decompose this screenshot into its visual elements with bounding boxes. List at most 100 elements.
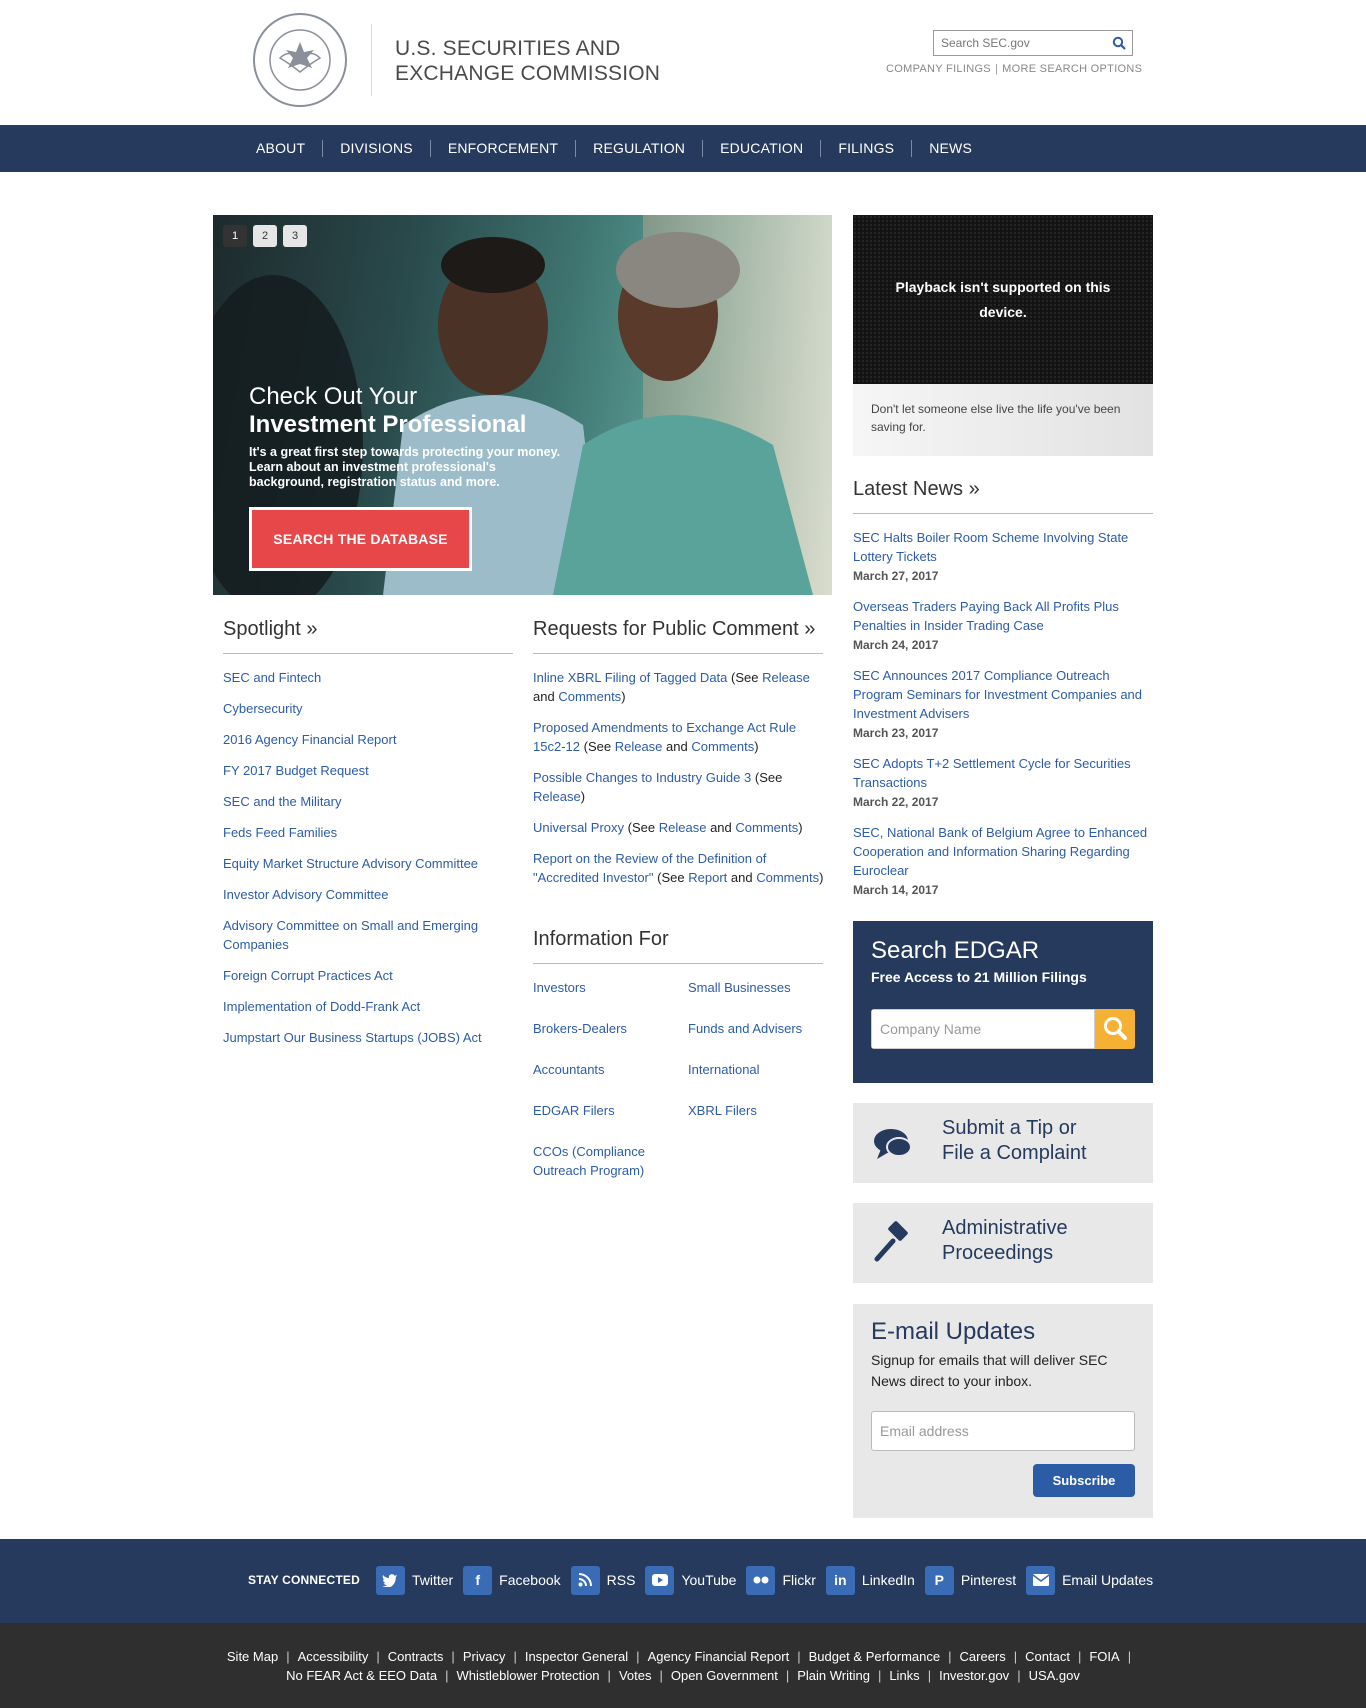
edgar-search-button[interactable] (1095, 1009, 1135, 1049)
header-divider (371, 24, 372, 96)
site-search-input[interactable] (934, 31, 1104, 55)
info-small-businesses-link[interactable]: Small Businesses (688, 978, 828, 997)
comments-link[interactable]: Comments (735, 820, 798, 835)
release-link[interactable]: Release (615, 739, 663, 754)
footer-link[interactable]: No FEAR Act & EEO Data (286, 1668, 437, 1683)
carousel-dot-2[interactable]: 2 (253, 225, 277, 247)
information-for-grid: Investors Small Businesses Brokers-Deale… (533, 978, 828, 1180)
info-brokers-dealers-link[interactable]: Brokers-Dealers (533, 1019, 688, 1038)
request-link[interactable]: Inline XBRL Filing of Tagged Data (533, 670, 727, 685)
request-link[interactable]: Possible Changes to Industry Guide 3 (533, 770, 751, 785)
social-youtube[interactable]: YouTube (645, 1565, 736, 1595)
info-xbrl-filers-link[interactable]: XBRL Filers (688, 1101, 828, 1120)
stay-connected-label: STAY CONNECTED (248, 1573, 360, 1587)
footer-link[interactable]: Investor.gov (939, 1668, 1009, 1683)
info-funds-advisers-link[interactable]: Funds and Advisers (688, 1019, 828, 1038)
release-link[interactable]: Release (762, 670, 810, 685)
news-item-title[interactable]: SEC Halts Boiler Room Scheme Involving S… (853, 528, 1153, 566)
footer-link[interactable]: Budget & Performance (809, 1649, 941, 1664)
news-item: SEC, National Bank of Belgium Agree to E… (853, 823, 1153, 897)
social-rss[interactable]: RSS (570, 1565, 635, 1595)
company-name-input[interactable] (872, 1010, 1094, 1048)
nav-news[interactable]: NEWS (912, 140, 989, 157)
email-address-input[interactable] (872, 1412, 1134, 1450)
nav-filings[interactable]: FILINGS (821, 140, 913, 157)
footer-link[interactable]: Agency Financial Report (648, 1649, 790, 1664)
release-link[interactable]: Release (659, 820, 707, 835)
footer-link[interactable]: Votes (619, 1668, 652, 1683)
request-close: ) (621, 689, 626, 704)
info-investors-link[interactable]: Investors (533, 978, 688, 997)
social-twitter[interactable]: Twitter (375, 1565, 454, 1595)
sec-seal-logo[interactable] (252, 12, 348, 108)
spotlight-link[interactable]: FY 2017 Budget Request (223, 763, 369, 778)
footer-link[interactable]: FOIA (1089, 1649, 1119, 1664)
spotlight-link[interactable]: Investor Advisory Committee (223, 887, 388, 902)
release-link[interactable]: Release (533, 789, 581, 804)
social-email-updates[interactable]: Email Updates (1026, 1565, 1153, 1595)
spotlight-link[interactable]: 2016 Agency Financial Report (223, 732, 396, 747)
footer-link[interactable]: USA.gov (1029, 1668, 1080, 1683)
search-links-separator: | (994, 63, 999, 75)
info-accountants-link[interactable]: Accountants (533, 1060, 688, 1079)
nav-education[interactable]: EDUCATION (703, 140, 822, 157)
comments-link[interactable]: Comments (756, 870, 819, 885)
footer-link[interactable]: Plain Writing (797, 1668, 870, 1683)
spotlight-link[interactable]: SEC and Fintech (223, 670, 321, 685)
submit-tip-tile[interactable]: Submit a Tip or File a Complaint (853, 1103, 1153, 1183)
request-link[interactable]: Universal Proxy (533, 820, 624, 835)
footer-link[interactable]: Whistleblower Protection (456, 1668, 599, 1683)
footer-link[interactable]: Accessibility (298, 1649, 369, 1664)
footer-link[interactable]: Links (889, 1668, 919, 1683)
subscribe-button[interactable]: Subscribe (1033, 1464, 1135, 1497)
news-item-title[interactable]: SEC Adopts T+2 Settlement Cycle for Secu… (853, 754, 1153, 792)
company-filings-link[interactable]: COMPANY FILINGS (886, 63, 991, 75)
spotlight-link[interactable]: SEC and the Military (223, 794, 342, 809)
spotlight-link[interactable]: Advisory Committee on Small and Emerging… (223, 918, 478, 952)
info-international-link[interactable]: International (688, 1060, 828, 1079)
spotlight-item: Jumpstart Our Business Startups (JOBS) A… (223, 1028, 503, 1047)
administrative-proceedings-tile[interactable]: Administrative Proceedings (853, 1203, 1153, 1283)
news-item-title[interactable]: Overseas Traders Paying Back All Profits… (853, 597, 1153, 635)
nav-regulation[interactable]: REGULATION (576, 140, 704, 157)
footer-link[interactable]: Careers (960, 1649, 1006, 1664)
social-flickr[interactable]: Flickr (746, 1565, 816, 1595)
spotlight-link[interactable]: Jumpstart Our Business Startups (JOBS) A… (223, 1030, 482, 1045)
social-pinterest[interactable]: P Pinterest (924, 1565, 1016, 1595)
nav-about[interactable]: ABOUT (239, 140, 324, 157)
social-facebook[interactable]: f Facebook (463, 1565, 561, 1595)
agency-name[interactable]: U.S. SECURITIES AND EXCHANGE COMMISSION (395, 36, 660, 86)
footer-link[interactable]: Privacy (463, 1649, 506, 1664)
requests-heading[interactable]: Requests for Public Comment » (533, 618, 815, 641)
spotlight-link[interactable]: Cybersecurity (223, 701, 302, 716)
footer-link[interactable]: Site Map (227, 1649, 278, 1664)
spotlight-link[interactable]: Equity Market Structure Advisory Committ… (223, 856, 478, 871)
search-database-button[interactable]: SEARCH THE DATABASE (249, 507, 472, 571)
nav-divisions[interactable]: DIVISIONS (323, 140, 431, 157)
spotlight-link[interactable]: Implementation of Dodd-Frank Act (223, 999, 420, 1014)
comments-link[interactable]: Comments (691, 739, 754, 754)
report-link[interactable]: Report (688, 870, 727, 885)
social-label: Twitter (411, 1572, 454, 1588)
spotlight-link[interactable]: Foreign Corrupt Practices Act (223, 968, 393, 983)
info-ccos-link[interactable]: CCOs (Compliance Outreach Program) (533, 1142, 688, 1180)
nav-enforcement[interactable]: ENFORCEMENT (431, 140, 577, 157)
footer-link[interactable]: Inspector General (525, 1649, 628, 1664)
footer-link[interactable]: Open Government (671, 1668, 778, 1683)
spotlight-link[interactable]: Feds Feed Families (223, 825, 337, 840)
news-item-title[interactable]: SEC, National Bank of Belgium Agree to E… (853, 823, 1153, 880)
carousel-dot-3[interactable]: 3 (283, 225, 307, 247)
more-search-options-link[interactable]: MORE SEARCH OPTIONS (1002, 63, 1142, 75)
site-header: U.S. SECURITIES AND EXCHANGE COMMISSION … (0, 0, 1366, 125)
video-player[interactable]: Playback isn't supported on this device. (853, 215, 1153, 384)
social-linkedin[interactable]: in LinkedIn (825, 1565, 915, 1595)
info-edgar-filers-link[interactable]: EDGAR Filers (533, 1101, 688, 1120)
comments-link[interactable]: Comments (558, 689, 621, 704)
news-item-title[interactable]: SEC Announces 2017 Compliance Outreach P… (853, 666, 1153, 723)
footer-link[interactable]: Contact (1025, 1649, 1070, 1664)
latest-news-heading[interactable]: Latest News » (853, 478, 980, 501)
carousel-dot-1[interactable]: 1 (223, 225, 247, 247)
search-icon[interactable] (1112, 36, 1126, 50)
spotlight-heading[interactable]: Spotlight » (223, 618, 318, 641)
footer-link[interactable]: Contracts (388, 1649, 444, 1664)
